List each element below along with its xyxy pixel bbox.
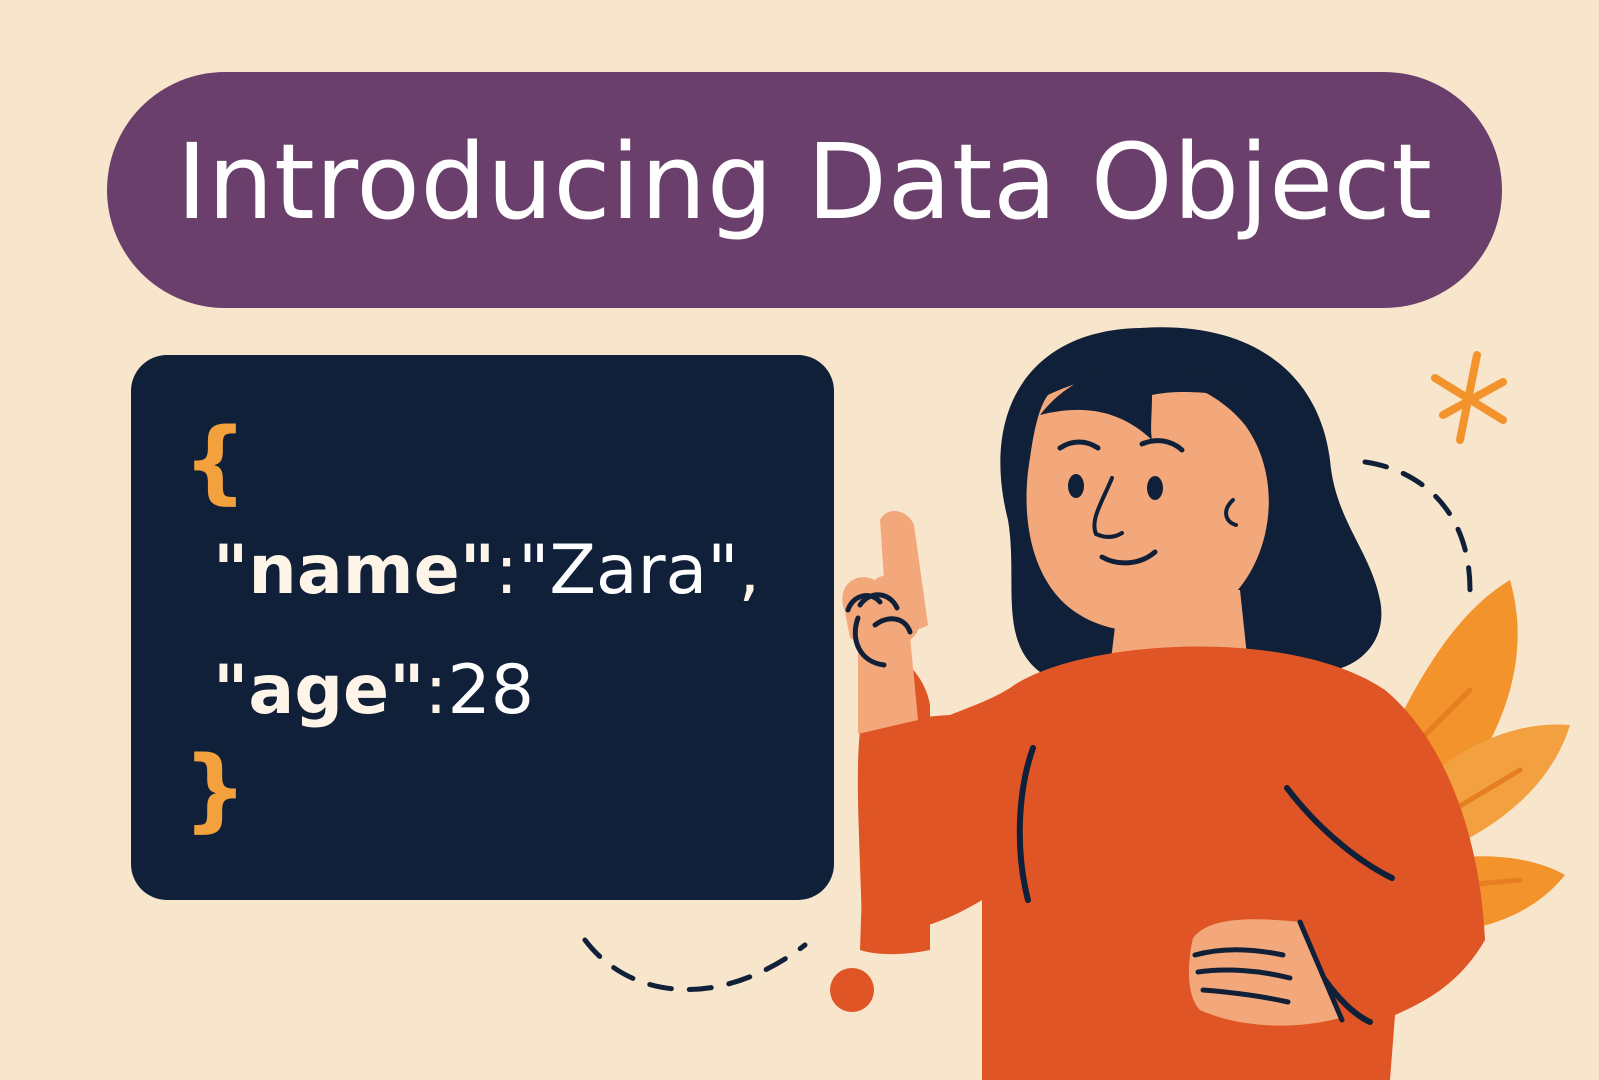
dashed-arc-icon [582,937,808,993]
presenter-illustration [582,327,1570,1080]
shirt [857,646,1485,1080]
dashed-arc-icon [1362,459,1473,593]
circle-dot-icon [830,968,874,1012]
raised-hand [842,510,928,668]
hero-illustration: Introducing Data Object { "name":"Zara",… [0,0,1599,1080]
right-eye [1147,476,1163,500]
sparkle-icon [1431,351,1507,444]
left-eye [1068,474,1084,498]
